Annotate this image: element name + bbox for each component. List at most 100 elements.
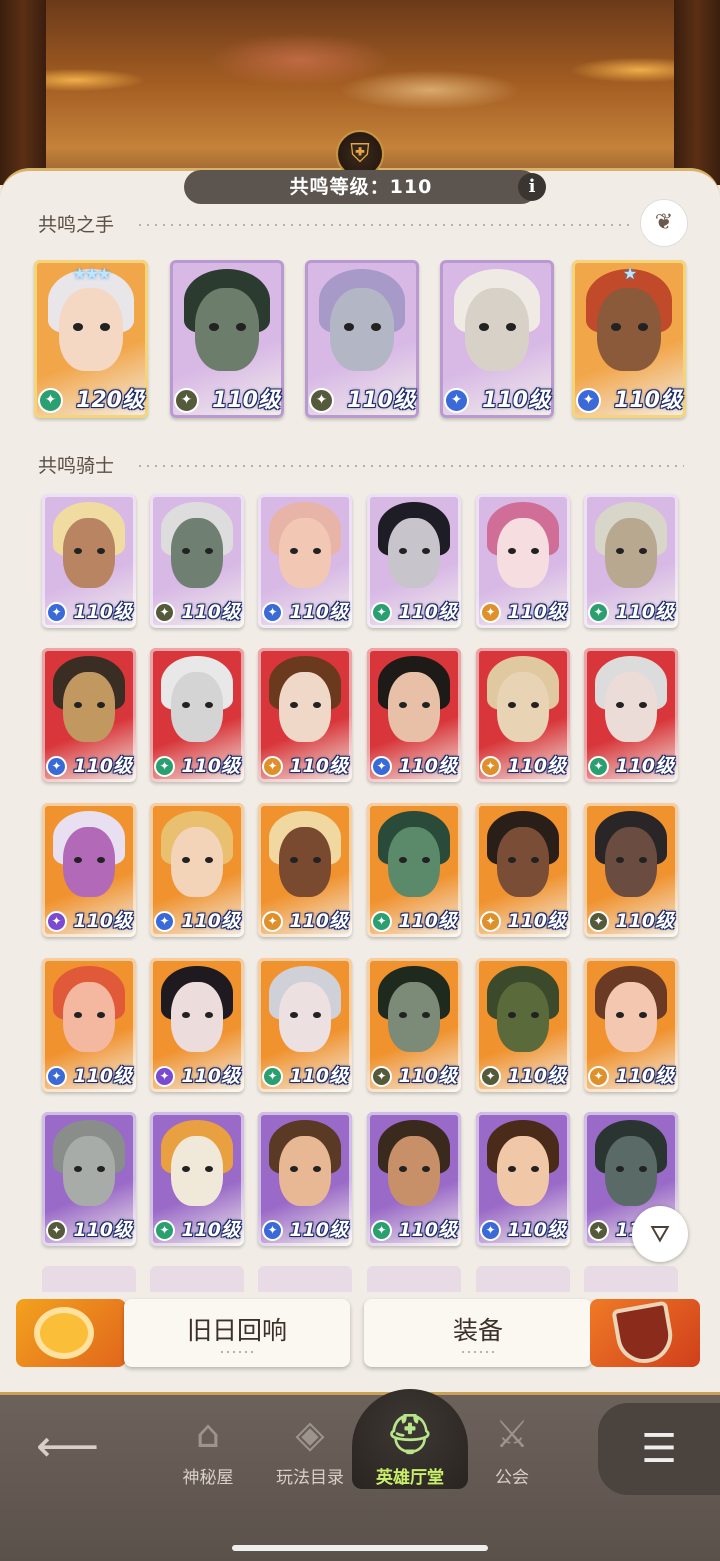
hero-card[interactable]: ✦ 110级	[305, 260, 419, 418]
wilder-faction-icon: ✦	[371, 911, 392, 932]
hero-card[interactable]: ✦ 110级	[258, 1112, 352, 1246]
leaf-icon[interactable]: ❦	[640, 199, 688, 247]
hero-card[interactable]: ✦ 110级	[476, 958, 570, 1092]
hero-card[interactable]: ✦ 110级	[367, 958, 461, 1092]
hero-card[interactable]: ✦ 110级	[170, 260, 284, 418]
hero-card[interactable]: ✦ 110级	[42, 648, 136, 782]
hero-level: 110级	[482, 388, 550, 413]
hero-level: 110级	[289, 910, 348, 932]
nav-mystic-house[interactable]: ⌂ 神秘屋	[158, 1405, 258, 1488]
hero-level: 110级	[615, 1065, 674, 1087]
hero-level: 110级	[507, 1065, 566, 1087]
celestial-faction-icon: ✦	[46, 911, 67, 932]
echoes-ring-icon	[16, 1299, 126, 1367]
lightbearer-faction-icon: ✦	[480, 1220, 501, 1241]
graveborn-faction-icon: ✦	[588, 1220, 609, 1241]
hero-level: 110级	[289, 601, 348, 623]
lightbearer-faction-icon: ✦	[262, 1220, 283, 1241]
wilder-faction-icon: ✦	[154, 756, 175, 777]
hero-card[interactable]: ✦ 110级	[258, 494, 352, 628]
hero-card[interactable]: ✦ 110级	[476, 1112, 570, 1246]
hero-level: 110级	[73, 1065, 132, 1087]
hero-level: 110级	[181, 1065, 240, 1087]
wilder-faction-icon: ✦	[588, 602, 609, 623]
hero-card[interactable]: ✦ 110级	[476, 648, 570, 782]
graveborn-faction-icon: ✦	[309, 388, 334, 413]
menu-icon[interactable]: ☰	[598, 1403, 720, 1495]
right-pillar	[674, 0, 720, 185]
hero-card[interactable]: ✦ 110级	[367, 1112, 461, 1246]
hero-level: 110级	[212, 388, 280, 413]
bottom-navigation: ⟵ ⌂ 神秘屋 ◈ 玩法目录 ⛑ 英雄厅堂 ⚔ 公会 ☰	[0, 1389, 720, 1561]
hero-card[interactable]: ✦ 110级	[476, 803, 570, 937]
graveborn-faction-icon: ✦	[46, 1220, 67, 1241]
star-rank: ★	[622, 264, 637, 283]
graveborn-faction-icon: ✦	[371, 1066, 392, 1087]
nav-mystic-house-label: 神秘屋	[182, 1468, 234, 1488]
hero-card[interactable]: ★★★ ✦ 120级	[34, 260, 148, 418]
hero-card[interactable]: ✦ 110级	[367, 803, 461, 937]
equipment-shield-icon	[590, 1299, 700, 1368]
info-button[interactable]: i	[518, 173, 546, 201]
hero-level: 110级	[615, 755, 674, 777]
mauler-faction-icon: ✦	[480, 602, 501, 623]
hero-card[interactable]: ✦ 110级	[584, 494, 678, 628]
hero-card[interactable]: ✦ 110级	[258, 803, 352, 937]
hero-level: 110级	[181, 755, 240, 777]
hero-level: 120级	[76, 388, 144, 413]
echoes-button[interactable]: 旧日回响	[124, 1299, 350, 1367]
hero-level: 110级	[398, 1065, 457, 1087]
nav-hero-hall[interactable]: ⛑ 英雄厅堂	[360, 1405, 460, 1488]
hero-card[interactable]: ✦ 110级	[42, 1112, 136, 1246]
hero-level: 110级	[398, 755, 457, 777]
hero-card[interactable]: ✦ 110级	[258, 648, 352, 782]
hero-card[interactable]: ✦ 110级	[42, 958, 136, 1092]
nav-guild[interactable]: ⚔ 公会	[462, 1405, 562, 1488]
hero-level: 110级	[181, 601, 240, 623]
hero-card[interactable]: ✦ 110级	[150, 803, 244, 937]
hero-card[interactable]: ✦ 110级	[150, 494, 244, 628]
mauler-faction-icon: ✦	[588, 1066, 609, 1087]
hero-level: 110级	[289, 755, 348, 777]
hero-card[interactable]: ✦ 110级	[367, 494, 461, 628]
hero-level: 110级	[507, 755, 566, 777]
hero-hall-icon: ⛑	[385, 1412, 435, 1456]
hero-card[interactable]: ✦ 110级	[584, 958, 678, 1092]
hero-card[interactable]: ✦ 110级	[42, 803, 136, 937]
hero-card-partial	[42, 1266, 136, 1292]
equipment-button[interactable]: 装备	[364, 1299, 592, 1367]
nav-play-catalog-label: 玩法目录	[276, 1468, 344, 1488]
hero-card[interactable]: ✦ 110级	[42, 494, 136, 628]
hero-card[interactable]: ✦ 110级	[150, 958, 244, 1092]
filter-icon[interactable]: ⛛	[632, 1206, 688, 1262]
hero-level: 110级	[398, 601, 457, 623]
nav-hero-hall-label: 英雄厅堂	[376, 1468, 444, 1488]
hands-section-title: 共鸣之手	[38, 214, 115, 236]
hero-card[interactable]: ✦ 110级	[258, 958, 352, 1092]
back-arrow-icon[interactable]: ⟵	[36, 1421, 99, 1472]
hero-card[interactable]: ✦ 110级	[584, 803, 678, 937]
hero-card[interactable]: ★ ✦ 110级	[572, 260, 686, 418]
hero-card[interactable]: ✦ 110级	[440, 260, 554, 418]
hero-card[interactable]: ✦ 110级	[150, 648, 244, 782]
hero-level: 110级	[507, 601, 566, 623]
lightbearer-faction-icon: ✦	[371, 756, 392, 777]
hero-level: 110级	[398, 1219, 457, 1241]
hero-level: 110级	[347, 388, 415, 413]
hero-card-partial	[150, 1266, 244, 1292]
equipment-label: 装备	[452, 1316, 503, 1345]
hero-card[interactable]: ✦ 110级	[476, 494, 570, 628]
hero-card[interactable]: ✦ 110级	[584, 648, 678, 782]
nav-play-catalog[interactable]: ◈ 玩法目录	[260, 1405, 360, 1488]
home-indicator	[232, 1545, 488, 1551]
hero-card[interactable]: ✦ 110级	[367, 648, 461, 782]
hero-card[interactable]: ✦ 110级	[150, 1112, 244, 1246]
hero-level: 110级	[73, 1219, 132, 1241]
graveborn-faction-icon: ✦	[480, 1066, 501, 1087]
hero-level: 110级	[615, 601, 674, 623]
hero-level: 110级	[507, 910, 566, 932]
celestial-faction-icon: ✦	[154, 1066, 175, 1087]
divider	[136, 465, 684, 467]
hero-level: 110级	[73, 755, 132, 777]
hero-level: 110级	[507, 1219, 566, 1241]
